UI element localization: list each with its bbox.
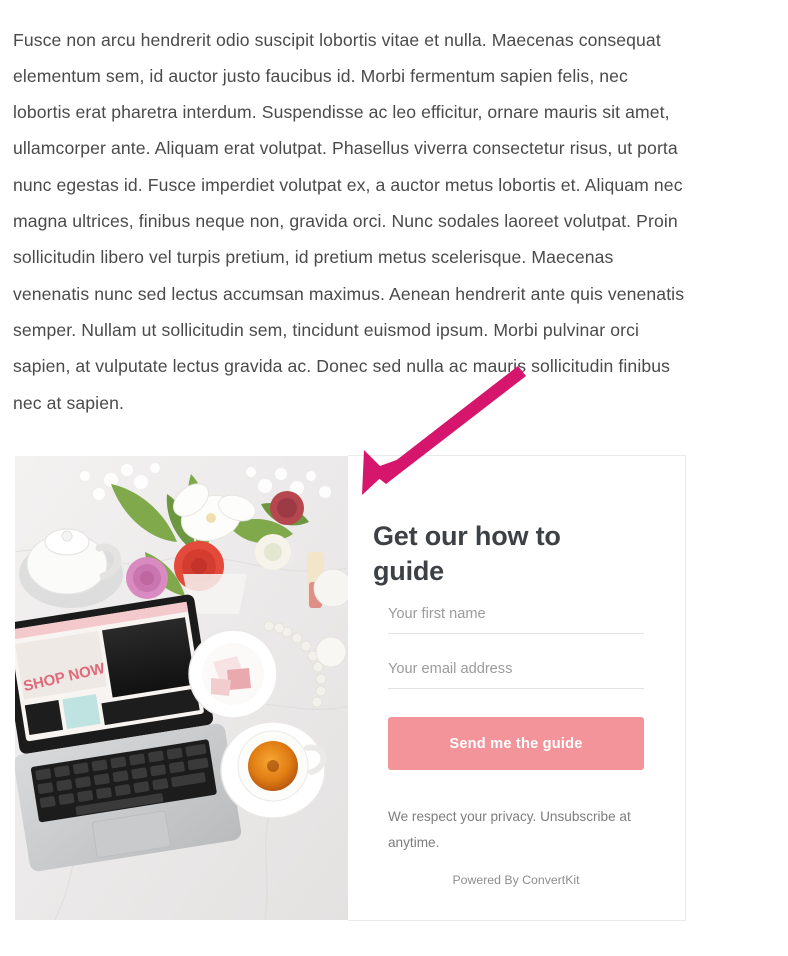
privacy-note: We respect your privacy. Unsubscribe at … — [388, 808, 631, 850]
send-me-the-guide-button[interactable]: Send me the guide — [388, 717, 644, 770]
optin-photo: SHOP NOW — [15, 456, 348, 920]
email-input[interactable] — [388, 655, 644, 689]
article-paragraph: Fusce non arcu hendrerit odio suscipit l… — [13, 29, 685, 413]
first-name-input[interactable] — [388, 600, 644, 634]
flatlay-photo-illustration: SHOP NOW — [15, 456, 348, 920]
powered-by-label: Powered By ConvertKit — [452, 873, 580, 888]
form-heading: Get our how to guide — [373, 521, 561, 587]
page-root: Fusce non arcu hendrerit odio suscipit l… — [0, 0, 788, 956]
